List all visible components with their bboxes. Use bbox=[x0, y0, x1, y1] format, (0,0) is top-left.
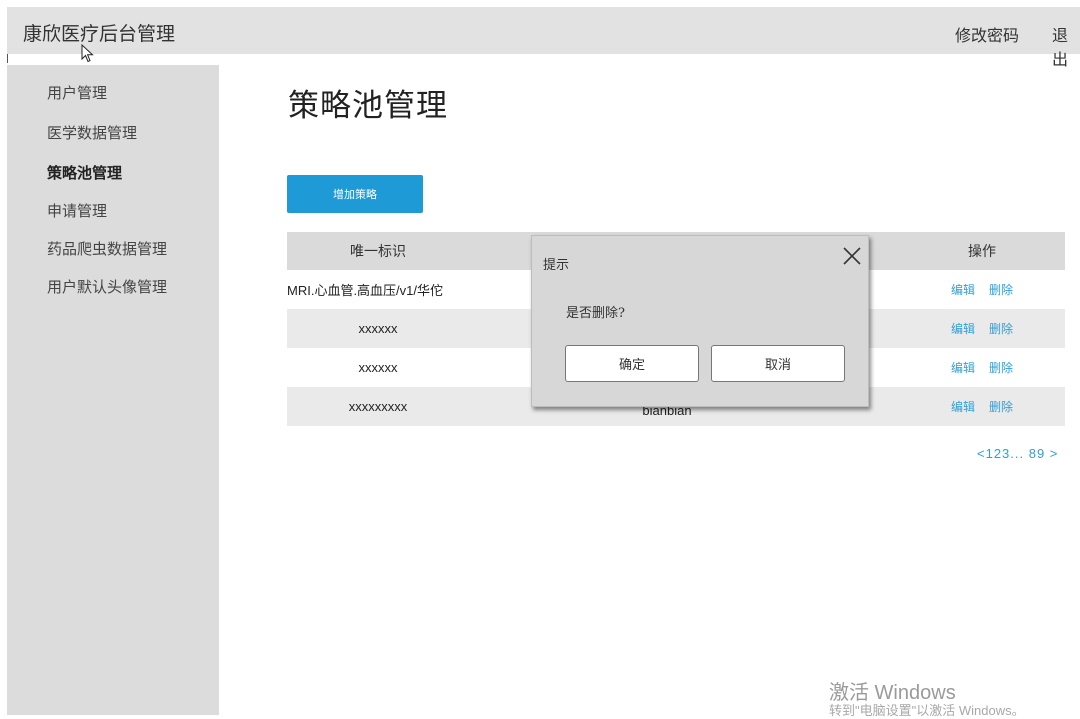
row-actions: 编辑 删除 bbox=[927, 270, 1037, 309]
change-password-link[interactable]: 修改密码 bbox=[955, 22, 1019, 46]
cancel-button[interactable]: 取消 bbox=[711, 345, 845, 382]
row-id: MRI.心血管.高血压/v1/华佗 bbox=[287, 283, 444, 298]
row-actions: 编辑 删除 bbox=[927, 387, 1037, 426]
row-actions: 编辑 删除 bbox=[927, 348, 1037, 387]
delete-confirm-dialog: 提示 是否删除? 确定 取消 bbox=[531, 235, 869, 407]
sidebar-item-users[interactable]: 用户管理 bbox=[47, 82, 107, 103]
add-strategy-button[interactable]: 增加策略 bbox=[287, 175, 423, 213]
activation-watermark-subtitle: 转到"电脑设置"以激活 Windows。 bbox=[829, 703, 1025, 718]
sidebar: 用户管理 医学数据管理 策略池管理 申请管理 药品爬虫数据管理 用户默认头像管理 bbox=[7, 65, 219, 715]
pagination[interactable]: <123... 89 > bbox=[977, 446, 1058, 461]
dialog-message: 是否删除? bbox=[566, 306, 625, 321]
edit-link[interactable]: 编辑 bbox=[951, 281, 975, 298]
confirm-button[interactable]: 确定 bbox=[565, 345, 699, 382]
edit-link[interactable]: 编辑 bbox=[951, 359, 975, 376]
delete-link[interactable]: 删除 bbox=[989, 320, 1013, 337]
delete-link[interactable]: 删除 bbox=[989, 281, 1013, 298]
top-bar: 康欣医疗后台管理 修改密码 退出 bbox=[7, 7, 1080, 69]
row-id: xxxxxx bbox=[358, 360, 398, 375]
sidebar-item-drug-crawler[interactable]: 药品爬虫数据管理 bbox=[47, 238, 167, 259]
dialog-title: 提示 bbox=[543, 258, 570, 273]
logout-link[interactable]: 退出 bbox=[1052, 22, 1080, 70]
row-id: xxxxxxxxx bbox=[348, 399, 408, 414]
sidebar-item-default-avatar[interactable]: 用户默认头像管理 bbox=[47, 276, 167, 297]
row-actions: 编辑 删除 bbox=[927, 309, 1037, 348]
column-header-actions: 操作 bbox=[968, 244, 996, 260]
page-title: 策略池管理 bbox=[288, 88, 448, 124]
edit-link[interactable]: 编辑 bbox=[951, 320, 975, 337]
app-title: 康欣医疗后台管理 bbox=[23, 23, 176, 45]
column-header-id: 唯一标识 bbox=[350, 244, 406, 260]
sidebar-item-medical-data[interactable]: 医学数据管理 bbox=[47, 122, 137, 143]
delete-link[interactable]: 删除 bbox=[989, 359, 1013, 376]
row-id: xxxxxx bbox=[358, 321, 398, 336]
close-icon[interactable] bbox=[841, 245, 863, 267]
sidebar-item-strategy-pool[interactable]: 策略池管理 bbox=[47, 162, 122, 183]
edge-marker bbox=[7, 54, 8, 63]
sidebar-item-applications[interactable]: 申请管理 bbox=[47, 200, 107, 221]
mouse-cursor-icon bbox=[81, 44, 94, 63]
edit-link[interactable]: 编辑 bbox=[951, 398, 975, 415]
delete-link[interactable]: 删除 bbox=[989, 398, 1013, 415]
